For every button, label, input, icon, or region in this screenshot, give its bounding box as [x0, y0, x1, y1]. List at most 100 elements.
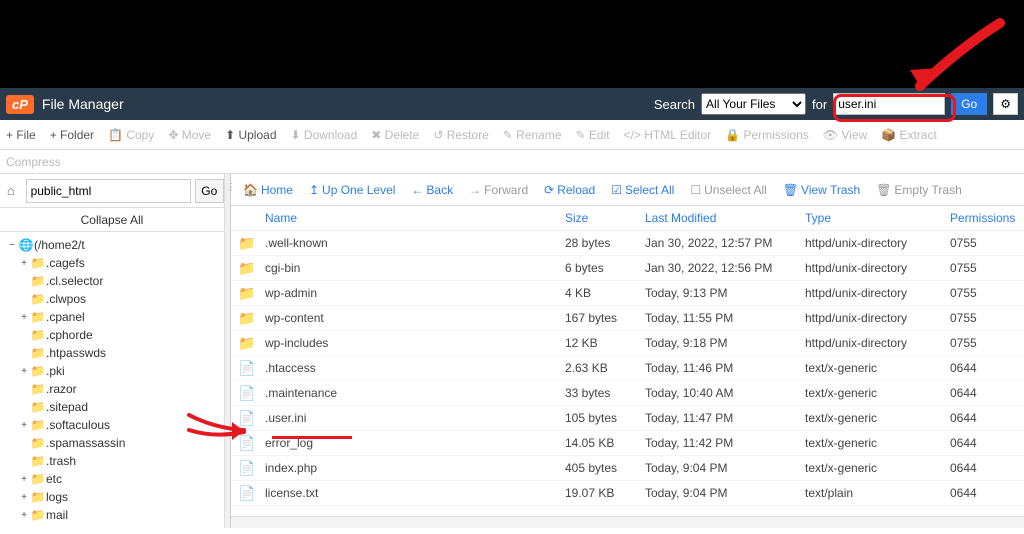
table-row[interactable]: .maintenance33 bytesToday, 10:40 AMtext/…: [225, 381, 1024, 406]
toggle-icon[interactable]: +: [18, 366, 30, 377]
tree-item[interactable]: +.pki: [2, 362, 222, 380]
empty-trash-button[interactable]: 🗑Empty Trash: [876, 183, 962, 197]
cpanel-logo: cP: [6, 95, 34, 114]
home-button[interactable]: 🏠Home: [243, 183, 293, 197]
path-go-button[interactable]: Go: [195, 179, 224, 203]
file-size: 12 KB: [565, 336, 645, 350]
up-icon: ↥: [309, 183, 319, 197]
toolbar-item: ✖ Delete: [371, 128, 419, 142]
path-input[interactable]: [26, 179, 191, 203]
toggle-icon[interactable]: +: [18, 492, 30, 503]
up-one-level-button[interactable]: ↥Up One Level: [309, 183, 395, 197]
file-name: wp-admin: [265, 286, 565, 300]
folder-icon: [30, 418, 46, 432]
col-type[interactable]: Type: [805, 211, 950, 225]
tree-item[interactable]: +.softaculous: [2, 416, 222, 434]
search-input[interactable]: [833, 93, 945, 115]
col-size[interactable]: Size: [565, 211, 645, 225]
file-size: 19.07 KB: [565, 486, 645, 500]
file-permissions: 0644: [950, 361, 1020, 375]
file-type: httpd/unix-directory: [805, 336, 950, 350]
table-row[interactable]: license.txt19.07 KBToday, 9:04 PMtext/pl…: [225, 481, 1024, 506]
tree-item-label: .spamassassin: [46, 436, 125, 450]
toggle-icon[interactable]: +: [18, 258, 30, 269]
toolbar-item[interactable]: + Folder: [50, 128, 94, 142]
table-row[interactable]: .well-known28 bytesJan 30, 2022, 12:57 P…: [225, 231, 1024, 256]
tree-item[interactable]: +etc: [2, 470, 222, 488]
table-row[interactable]: wp-admin4 KBToday, 9:13 PMhttpd/unix-dir…: [225, 281, 1024, 306]
file-size: 405 bytes: [565, 461, 645, 475]
toolbar-item: ✎ Edit: [576, 128, 610, 142]
forward-icon: →: [469, 183, 481, 197]
tree-item[interactable]: .clwpos: [2, 290, 222, 308]
reload-button[interactable]: ⟳Reload: [544, 183, 595, 197]
toolbar-item[interactable]: + File: [6, 128, 36, 142]
tree-item[interactable]: .spamassassin: [2, 434, 222, 452]
tree-item-label: .cphorde: [46, 328, 93, 342]
tree-item-label: .cagefs: [46, 256, 85, 270]
tree-item[interactable]: + .cagefs: [2, 254, 222, 272]
main-toolbar: + File+ Folder📋 Copy✥ Move⬆ Upload⬇ Down…: [0, 120, 1024, 150]
col-perm[interactable]: Permissions: [950, 211, 1020, 225]
tree-item[interactable]: +mail: [2, 506, 222, 524]
toolbar-item[interactable]: ⬆ Upload: [225, 128, 276, 142]
file-permissions: 0755: [950, 336, 1020, 350]
tree-item[interactable]: .trash: [2, 452, 222, 470]
table-row[interactable]: wp-content167 bytesToday, 11:55 PMhttpd/…: [225, 306, 1024, 331]
trash-icon: 🗑: [783, 183, 798, 197]
resize-handle[interactable]: [225, 174, 231, 528]
home-icon: 🏠: [243, 183, 258, 197]
toggle-icon[interactable]: +: [18, 312, 30, 323]
file-name: index.php: [265, 461, 565, 475]
col-name[interactable]: Name: [265, 211, 565, 225]
table-row[interactable]: cgi-bin6 bytesJan 30, 2022, 12:56 PMhttp…: [225, 256, 1024, 281]
forward-button[interactable]: →Forward: [469, 183, 528, 197]
tree-root[interactable]: − (/home2/t: [2, 236, 222, 254]
tree-item[interactable]: +logs: [2, 488, 222, 506]
tree-item[interactable]: .cl.selector: [2, 272, 222, 290]
file-type: text/x-generic: [805, 461, 950, 475]
tree-item[interactable]: .cphorde: [2, 326, 222, 344]
table-row[interactable]: error_log14.05 KBToday, 11:42 PMtext/x-g…: [225, 431, 1024, 456]
file-icon: [237, 485, 257, 502]
table-row[interactable]: .htaccess2.63 KBToday, 11:46 PMtext/x-ge…: [225, 356, 1024, 381]
folder-icon: [30, 256, 46, 270]
toolbar-item: 👁 View: [823, 128, 867, 142]
tree-item[interactable]: .razor: [2, 380, 222, 398]
left-panel: ⌂ Go Collapse All − (/home2/t + .cagefs .c…: [0, 174, 225, 528]
file-type: httpd/unix-directory: [805, 286, 950, 300]
file-size: 28 bytes: [565, 236, 645, 250]
compress-button[interactable]: Compress: [6, 155, 61, 169]
col-modified[interactable]: Last Modified: [645, 211, 805, 225]
toolbar-item: </> HTML Editor: [624, 128, 712, 142]
folder-icon: [30, 436, 46, 450]
file-permissions: 0755: [950, 236, 1020, 250]
toggle-icon[interactable]: +: [18, 474, 30, 485]
tree-item[interactable]: +.cpanel: [2, 308, 222, 326]
select-all-button[interactable]: ☑Select All: [611, 183, 674, 197]
horizontal-scrollbar[interactable]: [225, 516, 1024, 528]
toggle-icon[interactable]: +: [18, 510, 30, 521]
file-size: 6 bytes: [565, 261, 645, 275]
file-type: text/x-generic: [805, 411, 950, 425]
tree-item-label: .cl.selector: [46, 274, 103, 288]
table-row[interactable]: wp-includes12 KBToday, 9:18 PMhttpd/unix…: [225, 331, 1024, 356]
table-row[interactable]: .user.ini105 bytesToday, 11:47 PMtext/x-…: [225, 406, 1024, 431]
home-icon[interactable]: ⌂: [0, 183, 22, 198]
file-name: wp-includes: [265, 336, 565, 350]
collapse-all-button[interactable]: Collapse All: [0, 208, 224, 232]
search-go-button[interactable]: Go: [951, 93, 987, 115]
settings-button[interactable]: ⚙: [993, 93, 1018, 115]
tree-item[interactable]: .htpasswds: [2, 344, 222, 362]
search-scope-select[interactable]: All Your Files: [701, 93, 806, 115]
file-name: error_log: [265, 436, 565, 450]
tree-item[interactable]: .sitepad: [2, 398, 222, 416]
table-row[interactable]: index.php405 bytesToday, 9:04 PMtext/x-g…: [225, 456, 1024, 481]
checkbox-empty-icon: ☐: [690, 183, 701, 197]
back-button[interactable]: ←Back: [411, 183, 453, 197]
unselect-all-button[interactable]: ☐Unselect All: [690, 183, 766, 197]
toggle-icon[interactable]: −: [6, 240, 18, 251]
toggle-icon[interactable]: +: [18, 420, 30, 431]
view-trash-button[interactable]: 🗑View Trash: [783, 183, 860, 197]
folder-icon: [30, 454, 46, 468]
